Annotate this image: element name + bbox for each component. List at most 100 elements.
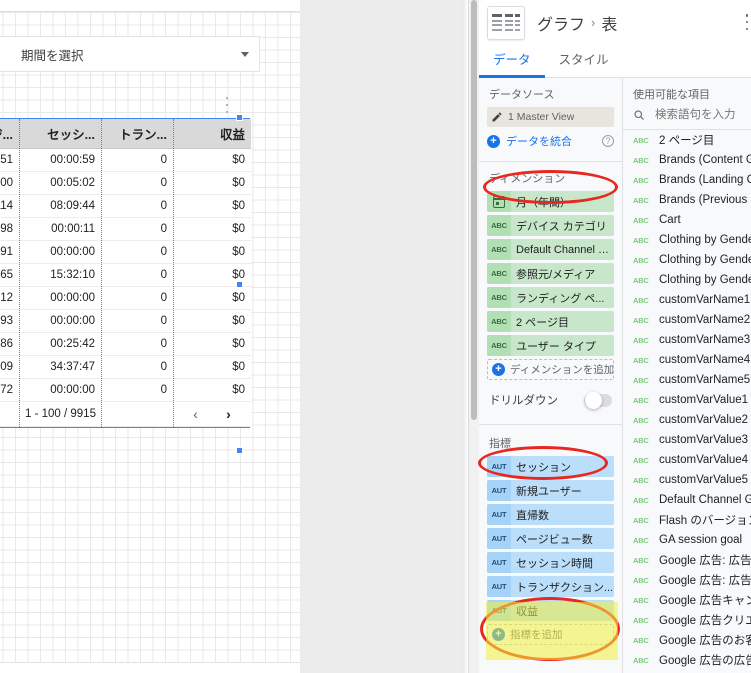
- report-canvas[interactable]: 期間を選択 ージ...セッシ...トラン...収益 1,05100:00:590…: [0, 0, 300, 673]
- help-circle-icon[interactable]: ?: [602, 135, 614, 147]
- date-range-control[interactable]: 期間を選択: [0, 36, 260, 72]
- metric-chip[interactable]: AUT セッション時間: [487, 552, 614, 573]
- add-metric-button[interactable]: + 指標を追加: [487, 624, 614, 645]
- field-search-input[interactable]: [653, 108, 741, 122]
- add-dimension-button[interactable]: + ディメンションを追加: [487, 359, 614, 380]
- available-field-row[interactable]: ABC customVarValue1: [623, 390, 751, 410]
- field-search-row[interactable]: [623, 108, 751, 129]
- dimension-chip[interactable]: ABC 2 ページ目: [487, 311, 614, 332]
- pager-next-button[interactable]: ›: [226, 407, 231, 421]
- column-divider[interactable]: [19, 119, 20, 427]
- metric-chip[interactable]: AUT トランザクション...: [487, 576, 614, 597]
- resize-handle-tr[interactable]: [236, 114, 243, 121]
- table-column-header[interactable]: トラン...: [101, 119, 173, 149]
- breadcrumb-parent[interactable]: グラフ: [537, 11, 585, 35]
- available-field-row[interactable]: ABC GA session goal: [623, 530, 751, 550]
- table-row[interactable]: 39300:00:000$0: [0, 309, 251, 333]
- plus-icon[interactable]: +: [492, 628, 505, 641]
- blend-data-row[interactable]: + データを統合 ?: [479, 129, 622, 155]
- chevron-down-icon[interactable]: [241, 51, 249, 57]
- resize-handle-br[interactable]: [236, 447, 243, 454]
- table-column-header[interactable]: セッシ...: [19, 119, 101, 149]
- available-field-row[interactable]: ABC customVarValue2: [623, 410, 751, 430]
- available-field-row[interactable]: ABC Brands (Previous Cor...: [623, 190, 751, 210]
- table-drag-handle[interactable]: [224, 97, 230, 113]
- metric-chip[interactable]: AUT 収益: [487, 600, 614, 621]
- panel-scrollbar-thumb[interactable]: [471, 0, 477, 420]
- metric-chip[interactable]: AUT ページビュー数: [487, 528, 614, 549]
- table-column-header[interactable]: 収益: [173, 119, 251, 149]
- field-type-icon: ABC: [633, 515, 649, 525]
- table-row[interactable]: 4,86515:32:100$0: [0, 263, 251, 287]
- pencil-icon[interactable]: [491, 111, 503, 123]
- available-field-row[interactable]: ABC Brands (Landing Con...: [623, 170, 751, 190]
- available-field-row[interactable]: ABC Flash のバージョン: [623, 510, 751, 530]
- table-row[interactable]: 41200:00:000$0: [0, 286, 251, 310]
- metric-chip[interactable]: AUT 新規ユーザー: [487, 480, 614, 501]
- available-field-row[interactable]: ABC customVarName3: [623, 330, 751, 350]
- available-field-row[interactable]: ABC 2 ページ目: [623, 130, 751, 150]
- table-row[interactable]: 38600:25:420$0: [0, 332, 251, 356]
- field-type-icon: ABC: [633, 315, 649, 325]
- dimension-chip[interactable]: ABC 参照元/メディア: [487, 263, 614, 284]
- datasource-name: 1 Master View: [508, 111, 575, 123]
- dimension-chip[interactable]: ABC Default Channel G...: [487, 239, 614, 260]
- available-field-row[interactable]: ABC customVarName1: [623, 290, 751, 310]
- metric-chip[interactable]: AUT セッション: [487, 456, 614, 477]
- tab-data[interactable]: データ: [479, 49, 545, 78]
- dimension-chip[interactable]: ABC ランディング ペ...: [487, 287, 614, 308]
- available-field-row[interactable]: ABC customVarValue4: [623, 450, 751, 470]
- drilldown-toggle[interactable]: [584, 391, 612, 409]
- plus-icon[interactable]: +: [492, 363, 505, 376]
- available-field-row[interactable]: ABC customVarName4: [623, 350, 751, 370]
- table-cell: 0: [101, 171, 173, 195]
- table-row[interactable]: 49100:00:000$0: [0, 240, 251, 264]
- plus-icon[interactable]: +: [487, 134, 500, 148]
- available-field-row[interactable]: ABC customVarValue5: [623, 470, 751, 490]
- metric-label: セッション: [516, 461, 571, 474]
- table-row[interactable]: 60000:05:020$0: [0, 171, 251, 195]
- available-field-row[interactable]: ABC Clothing by Gender (L...: [623, 250, 751, 270]
- available-field-row[interactable]: ABC Clothing by Gender (C...: [623, 230, 751, 250]
- table-row[interactable]: 3,11408:09:440$0: [0, 194, 251, 218]
- column-divider[interactable]: [101, 119, 102, 427]
- available-field-row[interactable]: ABC Default Channel Grou...: [623, 490, 751, 510]
- available-field-row[interactable]: ABC customVarName5: [623, 370, 751, 390]
- search-icon[interactable]: [633, 109, 645, 121]
- table-column-header[interactable]: ージ...: [0, 119, 19, 149]
- pager-arrows[interactable]: ‹ ›: [173, 401, 251, 427]
- available-field-row[interactable]: ABC Cart: [623, 210, 751, 230]
- datasource-row[interactable]: 1 Master View: [487, 107, 614, 127]
- available-field-row[interactable]: ABC Clothing by Gender (P...: [623, 270, 751, 290]
- available-field-row[interactable]: ABC Google 広告のお客様...: [623, 630, 751, 650]
- panel-scrollbar[interactable]: [469, 0, 479, 673]
- dimension-chip[interactable]: ABC デバイス カテゴリ: [487, 215, 614, 236]
- field-name: Clothing by Gender (P...: [659, 274, 751, 286]
- table-chart-icon[interactable]: [487, 5, 525, 40]
- more-vertical-icon[interactable]: [745, 14, 749, 30]
- table-row[interactable]: 1,05100:00:590$0: [0, 148, 251, 172]
- dimension-chip[interactable]: ABC ユーザー タイプ: [487, 335, 614, 356]
- tab-style[interactable]: スタイル: [545, 49, 623, 77]
- blend-data-label[interactable]: データを統合: [506, 133, 572, 149]
- available-field-row[interactable]: ABC Google 広告キャンペ...: [623, 590, 751, 610]
- table-row[interactable]: 2,00934:37:470$0: [0, 355, 251, 379]
- available-field-row[interactable]: ABC Brands (Content Grou...: [623, 150, 751, 170]
- available-field-row[interactable]: ABC customVarName2: [623, 310, 751, 330]
- drilldown-row[interactable]: ドリルダウン: [479, 380, 622, 418]
- column-divider[interactable]: [173, 119, 174, 427]
- available-field-row[interactable]: ABC Google 広告クリエイ...: [623, 610, 751, 630]
- pager-prev-button[interactable]: ‹: [193, 407, 198, 421]
- table-widget[interactable]: ージ...セッシ...トラン...収益 1,05100:00:590$06000…: [0, 118, 251, 428]
- report-table[interactable]: ージ...セッシ...トラン...収益 1,05100:00:590$06000…: [0, 119, 251, 427]
- available-field-row[interactable]: ABC customVarValue3: [623, 430, 751, 450]
- dimension-chip[interactable]: 月（年間）: [487, 191, 614, 212]
- panel-body: データソース 1 Master View + データを統合 ? ディメンション …: [479, 78, 751, 673]
- available-field-row[interactable]: ABC Google 広告: 広告ス...: [623, 570, 751, 590]
- metric-chip[interactable]: AUT 直帰数: [487, 504, 614, 525]
- table-row[interactable]: 49800:00:110$0: [0, 217, 251, 241]
- table-row[interactable]: 37200:00:000$0: [0, 378, 251, 402]
- available-field-row[interactable]: ABC Google 広告: 広告グ...: [623, 550, 751, 570]
- resize-handle-r[interactable]: [236, 281, 243, 288]
- available-field-row[interactable]: ABC Google 広告の広告グ...: [623, 650, 751, 670]
